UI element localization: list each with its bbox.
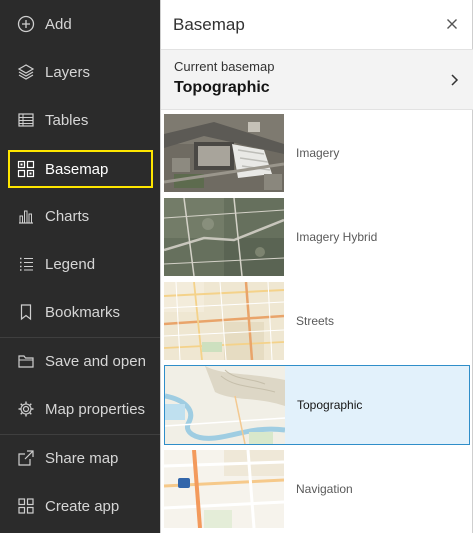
sidebar-item-label: Basemap (45, 160, 109, 178)
imagery-thumbnail (164, 114, 284, 192)
basemap-option-imagery-hybrid[interactable]: Imagery Hybrid (164, 197, 470, 277)
legend-icon (17, 255, 35, 273)
sidebar-item-tables[interactable]: Tables (0, 96, 160, 144)
sidebar-item-label: Layers (45, 63, 91, 81)
panel-title: Basemap (173, 14, 245, 34)
basemap-option-imagery[interactable]: Imagery (164, 113, 470, 193)
panel-header: Basemap (161, 0, 473, 50)
basemap-option-label: Navigation (296, 482, 353, 496)
sidebar-item-save-and-open[interactable]: Save and open (0, 337, 160, 385)
gear-icon (17, 400, 35, 418)
apps-icon (17, 497, 35, 515)
sidebar-item-label: Save and open (45, 352, 146, 370)
basemap-option-navigation[interactable]: Navigation (164, 449, 470, 529)
sidebar-item-bookmarks[interactable]: Bookmarks (0, 288, 160, 336)
close-button[interactable] (445, 17, 459, 31)
sidebar-item-label: Add (45, 15, 72, 33)
plus-circle-icon (17, 15, 35, 33)
sidebar-item-label: Legend (45, 255, 96, 273)
sidebar-item-label: Map properties (45, 400, 146, 418)
sidebar-item-map-properties[interactable]: Map properties (0, 385, 160, 433)
current-basemap-button[interactable]: Current basemap Topographic (161, 50, 473, 110)
sidebar-item-charts[interactable]: Charts (0, 192, 160, 240)
basemap-panel: Basemap Current basemap Topographic Imag… (160, 0, 473, 533)
basemap-icon (17, 160, 35, 178)
current-basemap-value: Topographic (174, 79, 270, 96)
basemap-option-label: Imagery (296, 146, 340, 160)
sidebar-item-basemap[interactable]: Basemap (8, 150, 153, 188)
sidebar-item-label: Create app (45, 497, 120, 515)
bar-chart-icon (17, 207, 35, 225)
sidebar-item-layers[interactable]: Layers (0, 48, 160, 96)
current-basemap-label: Current basemap (174, 59, 275, 74)
sidebar: Add Layers Tables Basemap Charts Legend … (0, 0, 160, 533)
close-icon (447, 19, 457, 29)
bookmark-icon (17, 303, 35, 321)
sidebar-item-label: Charts (45, 207, 90, 225)
layers-icon (17, 63, 35, 81)
basemap-option-label: Imagery Hybrid (296, 230, 378, 244)
topographic-thumbnail (165, 366, 285, 444)
sidebar-item-label: Bookmarks (45, 303, 121, 321)
table-icon (17, 111, 35, 129)
sidebar-item-add[interactable]: Add (0, 0, 160, 48)
sidebar-item-label: Share map (45, 449, 119, 467)
share-icon (17, 449, 35, 467)
basemap-option-topographic[interactable]: Topographic (164, 365, 470, 445)
basemap-option-label: Streets (296, 314, 335, 328)
basemap-option-label: Topographic (297, 398, 363, 412)
streets-thumbnail (164, 282, 284, 360)
basemap-option-streets[interactable]: Streets (164, 281, 470, 361)
chevron-right-icon (451, 74, 459, 86)
sidebar-item-legend[interactable]: Legend (0, 240, 160, 288)
folder-icon (17, 352, 35, 370)
navigation-thumbnail (164, 450, 284, 528)
sidebar-item-share-map[interactable]: Share map (0, 434, 160, 482)
sidebar-item-label: Tables (45, 111, 89, 129)
imagery-hybrid-thumbnail (164, 198, 284, 276)
sidebar-item-create-app[interactable]: Create app (0, 482, 160, 530)
